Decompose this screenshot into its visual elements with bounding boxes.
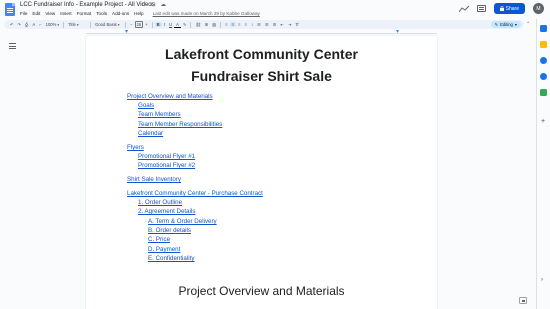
toc-link[interactable]: Goals (138, 102, 154, 109)
hide-side-panel-icon[interactable]: › (541, 277, 543, 283)
menu-file[interactable]: File (20, 11, 27, 16)
right-indent-marker[interactable] (396, 30, 399, 33)
toc-link[interactable]: Flyers (127, 144, 144, 151)
align-left-icon[interactable]: ≡ (223, 22, 229, 27)
move-to-folder-icon[interactable]: ⊡ (151, 2, 156, 8)
add-ons-plus-icon[interactable]: + (541, 118, 545, 125)
bulleted-list-icon[interactable]: ☰ (263, 22, 271, 27)
share-label: Share (505, 5, 519, 12)
toc-link[interactable]: Team Members (138, 111, 181, 118)
font-size-input[interactable]: 26 (134, 21, 144, 28)
cloud-status-icon[interactable]: ☁ (161, 2, 167, 8)
document-title[interactable]: LCC Fundraiser Info - Example Project - … (20, 2, 155, 8)
document-title-line-1: Lakefront Community Center (165, 46, 358, 62)
header-bar: LCC Fundraiser Info - Example Project - … (0, 0, 550, 18)
formatting-toolbar: ↶ ↷ ⎙ A ⌐ 100% Title Good Basis − 26 + B… (4, 20, 524, 29)
style-select[interactable]: Title (66, 22, 88, 27)
explore-icon[interactable] (519, 297, 527, 304)
toc-link[interactable]: Promotional Flyer #2 (138, 162, 195, 169)
keep-app-icon[interactable] (540, 41, 547, 48)
toc-link[interactable]: B. Order details (148, 227, 191, 234)
document-title-line-2: Fundraiser Shirt Sale (191, 68, 332, 84)
lock-icon (499, 6, 504, 11)
toc-link[interactable]: 1. Order Outline (138, 199, 182, 206)
collapse-menus-icon[interactable]: ⌃ (526, 21, 530, 27)
last-edit-link[interactable]: Last edit was made on March 29 by Kabbe … (153, 11, 260, 16)
chevron-down-icon: ▾ (514, 22, 517, 27)
undo-icon[interactable]: ↶ (8, 22, 16, 27)
toolbar-divider (125, 21, 127, 28)
toc-link[interactable]: Shirt Sale Inventory (127, 176, 181, 183)
toc-link[interactable]: Lakefront Community Center - Purchase Co… (127, 190, 263, 197)
comment-history-icon[interactable] (476, 5, 486, 12)
side-panel: + › (536, 19, 550, 309)
account-avatar[interactable]: M (533, 3, 544, 14)
highlight-icon[interactable]: ✎ (181, 22, 189, 27)
add-comment-icon[interactable]: ⊞ (203, 22, 211, 27)
maps-app-icon[interactable] (540, 89, 547, 96)
menu-help[interactable]: Help (134, 11, 143, 16)
insert-link-icon[interactable]: ⛓ (193, 22, 202, 28)
toc-link[interactable]: Project Overview and Materials (127, 93, 213, 100)
activity-dashboard-icon[interactable] (458, 5, 469, 13)
toc-link[interactable]: A. Term & Order Delivery (148, 218, 217, 225)
menu-tools[interactable]: Tools (96, 11, 107, 16)
pencil-icon: ✎ (494, 22, 499, 27)
decrease-indent-icon[interactable]: ⇤ (278, 22, 286, 27)
header-actions: Share M (458, 3, 544, 14)
left-indent-marker[interactable] (125, 30, 128, 33)
horizontal-ruler[interactable] (86, 30, 437, 34)
contacts-app-icon[interactable] (540, 73, 547, 80)
section-heading: Project Overview and Materials (178, 284, 345, 298)
menu-addons[interactable]: Add-ons (112, 11, 129, 16)
increase-font-size-button[interactable]: + (143, 22, 149, 27)
tasks-app-icon[interactable] (540, 57, 547, 64)
toc-link[interactable]: D. Payment (148, 246, 180, 253)
document-outline-icon[interactable] (9, 43, 16, 49)
menu-insert[interactable]: Insert (60, 11, 72, 16)
menu-bar: File Edit View Insert Format Tools Add-o… (20, 11, 260, 16)
checklist-icon[interactable]: ☰ (255, 22, 263, 27)
decrease-font-size-button[interactable]: − (128, 22, 134, 27)
editing-label: Editing (500, 22, 513, 27)
menu-edit[interactable]: Edit (32, 11, 40, 16)
text-color-icon[interactable]: A (174, 22, 181, 28)
insert-image-icon[interactable]: ▨ (210, 22, 218, 27)
increase-indent-icon[interactable]: ⇥ (286, 22, 294, 27)
toc-link[interactable]: Promotional Flyer #1 (138, 153, 195, 160)
toolbar-divider (151, 21, 153, 28)
toolbar-divider (63, 21, 65, 28)
spellcheck-icon[interactable]: A (30, 22, 37, 27)
zoom-select[interactable]: 100% (44, 22, 61, 27)
toc-link[interactable]: E. Confidentiality (148, 255, 194, 262)
toc-link[interactable]: C. Price (148, 236, 170, 243)
docs-logo-icon[interactable] (5, 3, 15, 16)
star-icon[interactable]: ☆ (141, 2, 146, 8)
underline-button[interactable]: U (167, 22, 174, 27)
toolbar-divider (190, 21, 192, 28)
share-button[interactable]: Share (493, 3, 525, 14)
title-icons: ☆ ⊡ ☁ (141, 2, 166, 8)
calendar-app-icon[interactable] (540, 25, 547, 32)
font-select[interactable]: Good Basis (93, 22, 123, 27)
toolbar-divider (90, 21, 92, 28)
menu-view[interactable]: View (45, 11, 55, 16)
redo-icon[interactable]: ↷ (16, 22, 24, 27)
print-icon[interactable]: ⎙ (23, 22, 30, 27)
numbered-list-icon[interactable]: ☰ (271, 22, 279, 27)
document-page[interactable]: Lakefront Community Center Fundraiser Sh… (86, 36, 437, 309)
clear-formatting-icon[interactable]: T̸ (294, 22, 301, 27)
toc-link[interactable]: Team Member Responsibilities (138, 121, 222, 128)
toc-link[interactable]: Calendar (138, 130, 163, 137)
toolbar-divider (220, 21, 222, 28)
bold-button[interactable]: B (154, 22, 162, 27)
menu-format[interactable]: Format (77, 11, 92, 16)
toc-link[interactable]: 2. Agreement Details (138, 208, 195, 215)
editing-mode-select[interactable]: ✎ Editing ▾ (490, 21, 521, 28)
